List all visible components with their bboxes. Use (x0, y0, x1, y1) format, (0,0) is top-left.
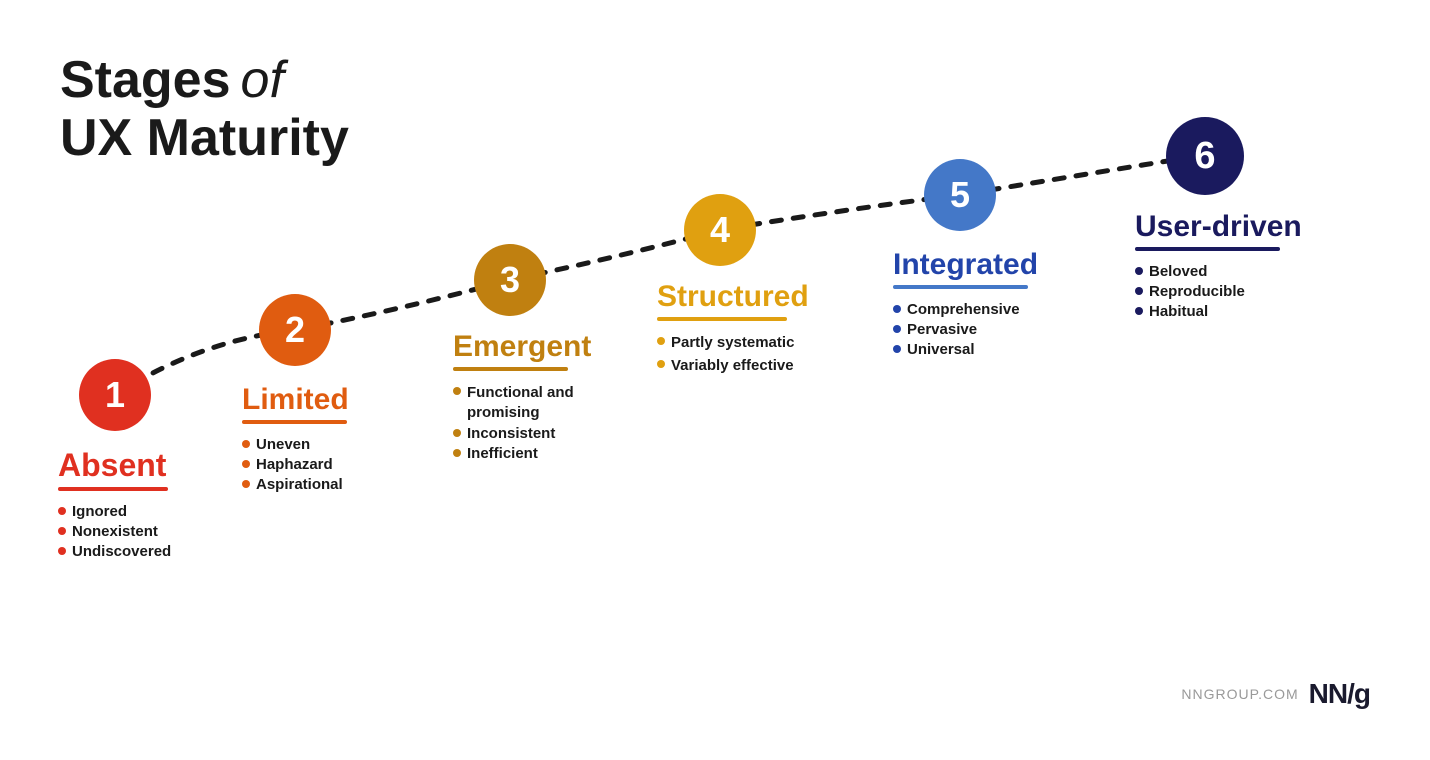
stage-5-underline (893, 285, 1028, 289)
stage-5-bullet-1: Comprehensive (893, 301, 1038, 318)
stage-1-circle: 1 (79, 359, 151, 431)
nng-logo: NN/g (1309, 678, 1370, 710)
stage-2-circle: 2 (259, 294, 331, 366)
title-ux-maturity: UX Maturity (60, 110, 349, 167)
stage-6-circle: 6 (1166, 117, 1244, 195)
stage-5-bullet-3: Universal (893, 341, 1038, 358)
stage-6-bullet-1: Beloved (1135, 263, 1302, 280)
stage-4-bullets: Partly systematic Variably effective (657, 333, 809, 375)
stage-1-bullets: Ignored Nonexistent Undiscovered (58, 503, 171, 560)
stage-2-bullet-1: Uneven (242, 436, 349, 453)
stage-6-bullet-2: Reproducible (1135, 283, 1302, 300)
stage-4-bullet-1: Partly systematic (657, 333, 809, 353)
title-line1: Stagesof (60, 50, 349, 110)
stage-1-name: Absent (58, 448, 171, 483)
title-stages: Stages (60, 51, 231, 109)
nngroup-logo-area: NNGROUP.COM NN/g (1181, 678, 1370, 710)
stage-1-content: Absent Ignored Nonexistent Undiscovered (58, 448, 171, 563)
stage-5-bullets: Comprehensive Pervasive Universal (893, 301, 1038, 358)
stage-1-underline (58, 487, 168, 491)
stage-4-name: Structured (657, 280, 809, 313)
stage-3-content: Emergent Functional and promising Incons… (453, 330, 617, 465)
stage-6-underline (1135, 247, 1280, 251)
stage-6-bullet-3: Habitual (1135, 303, 1302, 320)
stage-5-bullet-2: Pervasive (893, 321, 1038, 338)
stage-2-name: Limited (242, 383, 349, 416)
title-of: of (241, 51, 284, 109)
stage-5-content: Integrated Comprehensive Pervasive Unive… (893, 248, 1038, 361)
stage-2-bullet-3: Aspirational (242, 476, 349, 493)
main-container: Stagesof UX Maturity 1 Absent Ignored No… (0, 0, 1430, 760)
stage-6-content: User-driven Beloved Reproducible Habitua… (1135, 210, 1302, 323)
stage-5-name: Integrated (893, 248, 1038, 281)
stage-4-circle: 4 (684, 194, 756, 266)
stage-3-bullets: Functional and promising Inconsistent In… (453, 383, 617, 462)
stage-3-name: Emergent (453, 330, 617, 363)
stage-3-bullet-3: Inefficient (453, 445, 617, 462)
stage-6-bullets: Beloved Reproducible Habitual (1135, 263, 1302, 320)
stage-1-bullet-2: Nonexistent (58, 523, 171, 540)
stage-6-name: User-driven (1135, 210, 1302, 243)
stage-2-bullet-2: Haphazard (242, 456, 349, 473)
stage-2-content: Limited Uneven Haphazard Aspirational (242, 383, 349, 496)
stage-3-circle: 3 (474, 244, 546, 316)
title-area: Stagesof UX Maturity (60, 50, 349, 167)
stage-4-content: Structured Partly systematic Variably ef… (657, 280, 809, 378)
stage-2-underline (242, 420, 347, 424)
stage-4-bullet-2: Variably effective (657, 356, 809, 376)
stage-3-bullet-2: Inconsistent (453, 425, 617, 442)
stage-5-circle: 5 (924, 159, 996, 231)
stage-1-bullet-3: Undiscovered (58, 543, 171, 560)
stage-3-bullet-1: Functional and promising (453, 383, 617, 422)
nngroup-url: NNGROUP.COM (1181, 686, 1298, 702)
stage-2-bullets: Uneven Haphazard Aspirational (242, 436, 349, 493)
stage-4-underline (657, 317, 787, 321)
stage-3-underline (453, 367, 568, 371)
stage-1-bullet-1: Ignored (58, 503, 171, 520)
